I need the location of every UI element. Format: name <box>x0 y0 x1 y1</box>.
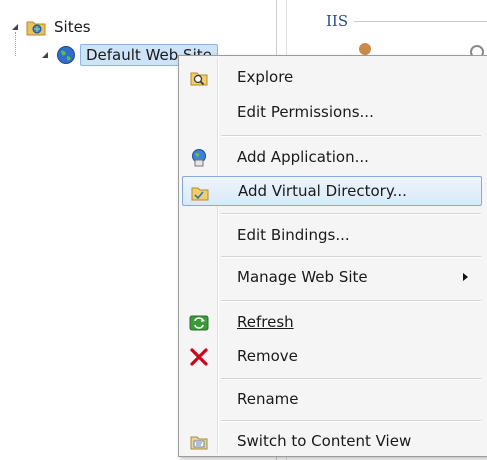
expand-arrow-icon[interactable] <box>10 22 20 32</box>
submenu-arrow-icon <box>463 273 468 281</box>
menu-item-edit-bindings[interactable]: Edit Bindings... <box>182 220 482 250</box>
menu-item-manage-web-site[interactable]: Manage Web Site <box>182 262 482 292</box>
menu-separator <box>221 378 481 380</box>
menu-label-add-virtual-directory: Add Virtual Directory... <box>238 182 407 200</box>
globe-icon <box>56 45 76 65</box>
menu-separator <box>221 135 481 137</box>
user-icon <box>359 43 371 55</box>
menu-label-edit-bindings: Edit Bindings... <box>237 226 350 244</box>
menu-label-manage-web-site: Manage Web Site <box>237 268 368 286</box>
context-menu: Explore Edit Permissions... Add Applicat… <box>178 55 487 457</box>
menu-item-remove[interactable]: Remove <box>182 341 482 371</box>
menu-separator <box>221 256 481 258</box>
menu-item-add-application[interactable]: Add Application... <box>182 142 482 172</box>
sites-folder-icon <box>26 18 46 36</box>
folder-search-icon <box>189 68 209 88</box>
menu-label-edit-permissions: Edit Permissions... <box>237 103 374 121</box>
expand-arrow-icon[interactable] <box>40 50 50 60</box>
tree-node-sites[interactable]: Sites <box>10 16 95 38</box>
virtual-directory-icon <box>190 183 210 203</box>
section-divider <box>354 21 487 22</box>
content-view-icon <box>189 432 209 452</box>
menu-separator <box>221 213 481 215</box>
menu-label-explore: Explore <box>237 68 294 86</box>
tree-label-sites: Sites <box>54 18 91 36</box>
menu-label-refresh: Refresh <box>237 313 294 331</box>
menu-item-explore[interactable]: Explore <box>182 62 482 92</box>
menu-label-rename: Rename <box>237 390 299 408</box>
menu-item-rename[interactable]: Rename <box>182 384 482 414</box>
menu-separator <box>221 300 481 302</box>
iis-section-label: IIS <box>326 12 349 30</box>
menu-item-switch-to-content-view[interactable]: Switch to Content View <box>182 426 482 456</box>
menu-item-edit-permissions[interactable]: Edit Permissions... <box>182 97 482 127</box>
menu-label-switch-to-content-view: Switch to Content View <box>237 432 412 450</box>
menu-label-add-application: Add Application... <box>237 148 369 166</box>
refresh-icon <box>189 313 209 333</box>
application-icon <box>189 148 209 168</box>
menu-item-refresh[interactable]: Refresh <box>182 307 482 337</box>
menu-label-remove: Remove <box>237 347 298 365</box>
remove-x-icon <box>189 347 209 367</box>
menu-item-add-virtual-directory[interactable]: Add Virtual Directory... <box>182 176 482 206</box>
menu-separator <box>221 420 481 422</box>
